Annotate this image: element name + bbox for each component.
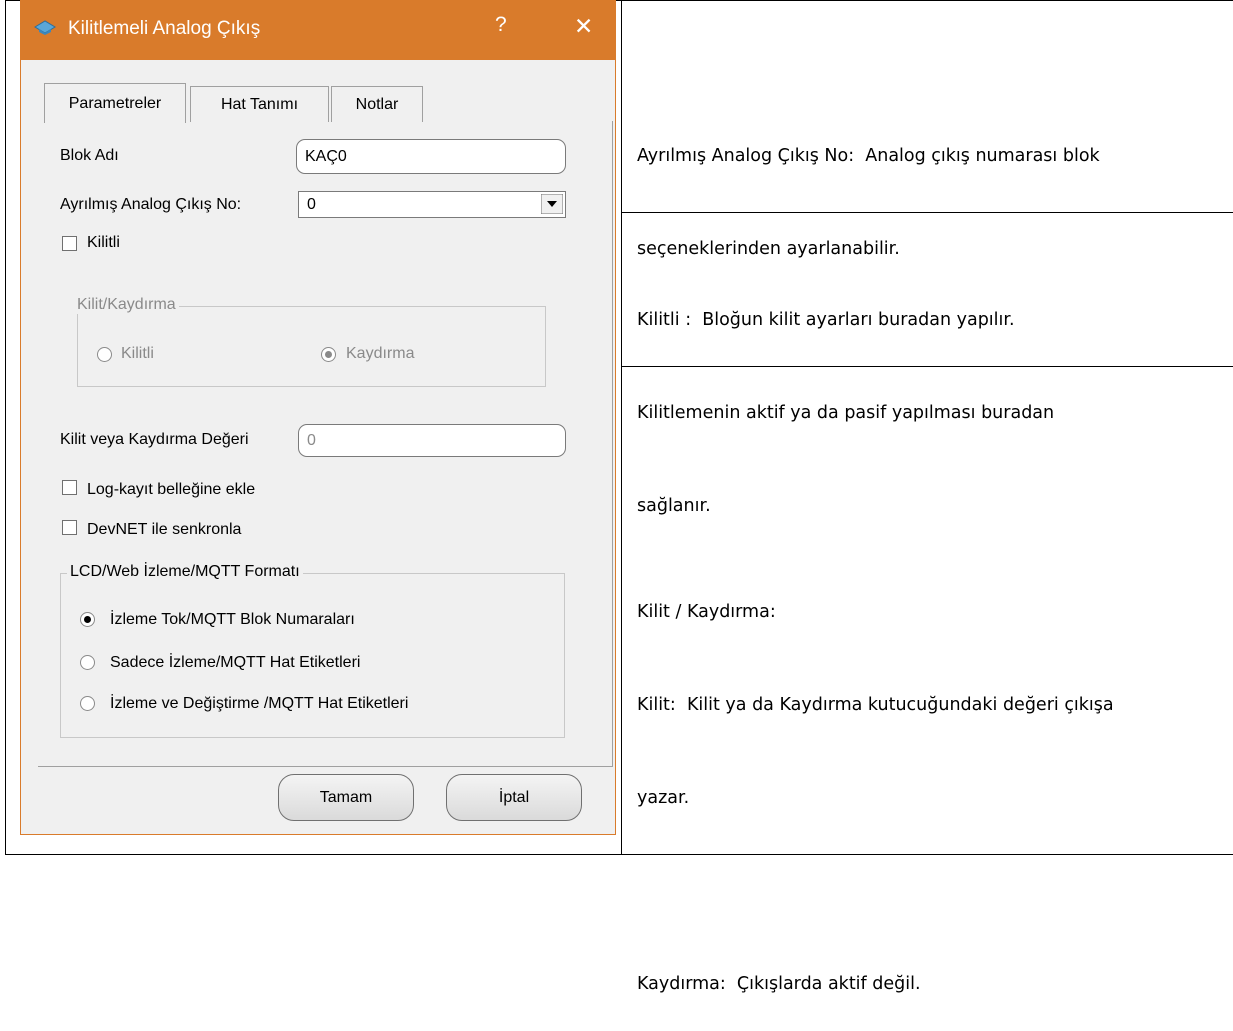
description-line: sağlanır.: [637, 496, 711, 516]
format-radio-monitor-only[interactable]: [80, 655, 95, 670]
description-line: Ayrılmış Analog Çıkış No: Analog çıkış n…: [637, 146, 1100, 166]
cancel-button[interactable]: İptal: [446, 774, 582, 821]
chevron-down-icon[interactable]: [541, 194, 563, 214]
tab-notlar[interactable]: Notlar: [331, 86, 423, 122]
description-line: Kilitlemenin aktif ya da pasif yapılması…: [637, 403, 1055, 423]
reserved-output-label: Ayrılmış Analog Çıkış No:: [60, 196, 242, 213]
help-icon[interactable]: ?: [495, 13, 507, 37]
lock-value-field[interactable]: 0: [298, 424, 566, 457]
title-bar[interactable]: Kilitlemeli Analog Çıkış ? ✕: [21, 1, 615, 60]
tab-label: Hat Tanımı: [220, 95, 299, 113]
log-checkbox-label: Log-kayıt belleğine ekle: [87, 481, 256, 498]
description-line: Kilit: Kilit ya da Kaydırma kutucuğundak…: [637, 695, 1114, 715]
lock-radio[interactable]: [97, 347, 112, 362]
description-blank-line: [637, 876, 1114, 907]
description-lock-shift: Kilit / Kaydırma: Kilit: Kilit ya da Kay…: [637, 535, 1114, 1031]
devnet-checkbox[interactable]: [62, 520, 77, 535]
description-locked: Kilitli : Bloğun kilit ayarları buradan …: [637, 243, 1054, 553]
table-column-divider: [621, 0, 622, 855]
description-line: Kilit / Kaydırma:: [637, 602, 776, 622]
ok-button[interactable]: Tamam: [278, 774, 414, 821]
block-name-field[interactable]: KAÇ0: [296, 139, 566, 174]
devnet-checkbox-label: DevNET ile senkronla: [87, 521, 242, 538]
block-name-value: KAÇ0: [305, 147, 347, 165]
reserved-output-select[interactable]: 0: [298, 191, 566, 218]
lock-shift-group-legend: Kilit/Kaydırma: [74, 296, 179, 314]
log-checkbox[interactable]: [62, 480, 77, 495]
tab-hat-tanimi[interactable]: Hat Tanımı: [190, 86, 329, 122]
locked-checkbox[interactable]: [62, 236, 77, 251]
format-radio-monitor-edit-label: İzleme ve Değiştirme /MQTT Hat Etiketler…: [110, 695, 409, 712]
description-line: Kilitli : Bloğun kilit ayarları buradan …: [637, 310, 1015, 330]
shift-radio[interactable]: [321, 347, 336, 362]
tab-label: Notlar: [355, 95, 399, 113]
format-radio-block-numbers-label: İzleme Tok/MQTT Blok Numaraları: [110, 611, 355, 628]
format-group-legend: LCD/Web İzleme/MQTT Formatı: [67, 563, 303, 581]
lock-value-value: 0: [307, 431, 316, 449]
lock-value-label: Kilit veya Kaydırma Değeri: [60, 431, 249, 448]
format-radio-monitor-only-label: Sadece İzleme/MQTT Hat Etiketleri: [110, 654, 361, 671]
tab-parametreler[interactable]: Parametreler: [44, 83, 186, 123]
dialog-title: Kilitlemeli Analog Çıkış: [68, 18, 261, 39]
shift-radio-label: Kaydırma: [346, 345, 415, 362]
reserved-output-value: 0: [307, 195, 316, 213]
lock-radio-label: Kilitli: [121, 345, 154, 362]
close-icon[interactable]: ✕: [574, 13, 593, 40]
format-radio-monitor-edit[interactable]: [80, 696, 95, 711]
block-name-label: Blok Adı: [60, 147, 119, 164]
cancel-button-label: İptal: [498, 788, 530, 806]
tab-label: Parametreler: [68, 94, 162, 112]
description-line: Kaydırma: Çıkışlarda aktif değil.: [637, 974, 921, 994]
description-line: yazar.: [637, 788, 690, 808]
locked-checkbox-label: Kilitli: [87, 234, 120, 251]
app-icon: [34, 20, 56, 35]
format-radio-block-numbers[interactable]: [80, 612, 95, 627]
dialog-window: Kilitlemeli Analog Çıkış ? ✕ Parametrele…: [20, 0, 616, 835]
ok-button-label: Tamam: [319, 788, 373, 806]
